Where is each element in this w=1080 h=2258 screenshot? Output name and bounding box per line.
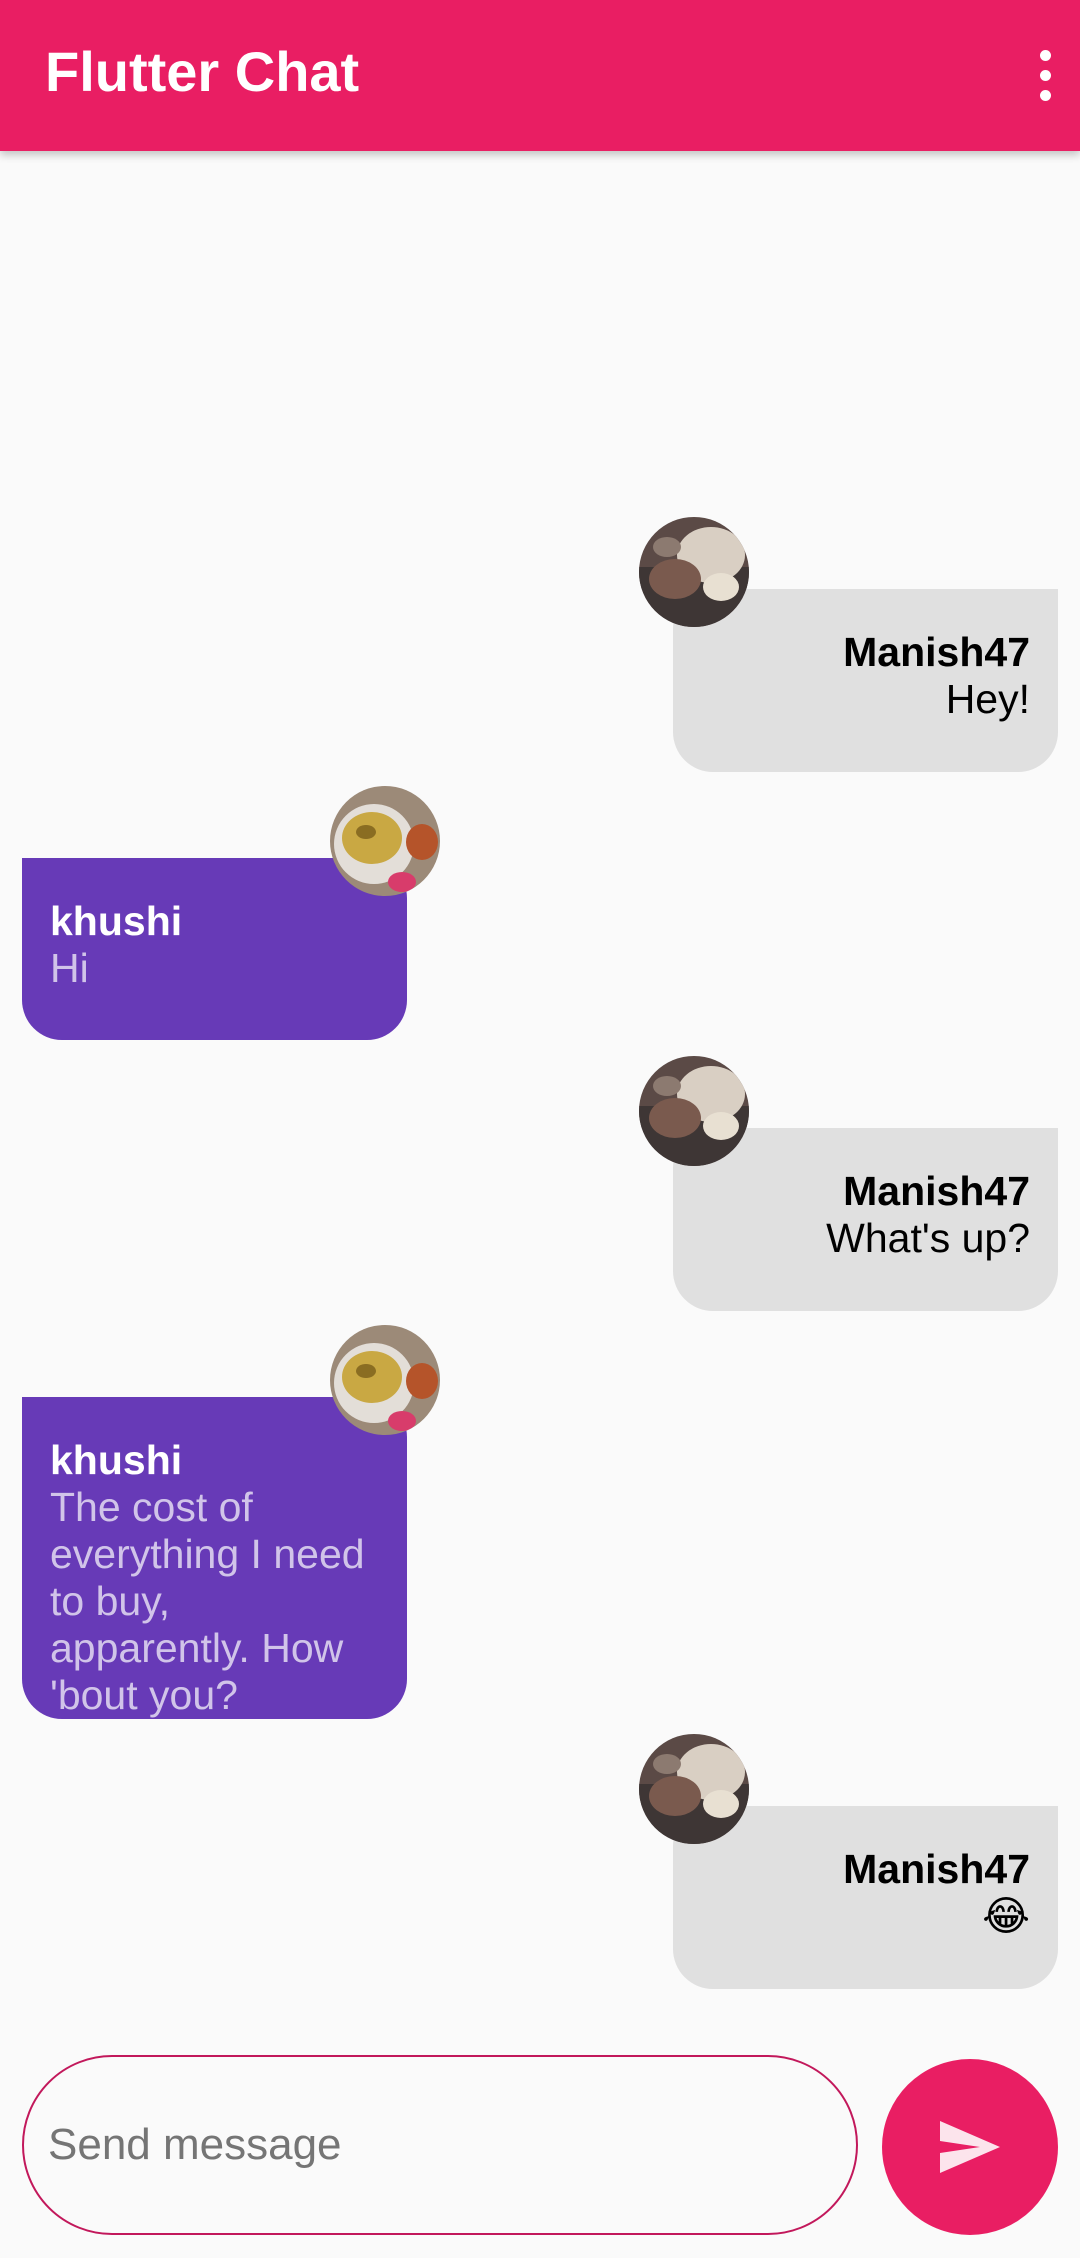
message-text: Hey! (945, 676, 1030, 722)
app-bar: Flutter Chat (0, 0, 1080, 151)
message-bubble-sent: Manish47 😂 (673, 1806, 1058, 1989)
message-composer (0, 2041, 1080, 2258)
message-text: What's up? (826, 1215, 1030, 1261)
avatar-image (639, 517, 749, 627)
message-bubble-sent: Manish47 What's up? (673, 1128, 1058, 1311)
sender-name: Manish47 (843, 1846, 1030, 1892)
sender-name: Manish47 (843, 1168, 1030, 1214)
message-text: Hi (50, 945, 89, 991)
more-options-button[interactable] (1010, 20, 1080, 130)
message-list[interactable]: Manish47 Hey! khushi Hi Manish47 What's … (0, 151, 1080, 2041)
more-vert-icon (1039, 49, 1051, 61)
more-vert-icon-dot (1039, 69, 1051, 81)
message-text: 😂 (982, 1893, 1030, 1939)
send-button[interactable] (882, 2059, 1058, 2235)
app-title: Flutter Chat (45, 40, 360, 103)
message-text: The cost of everything I need to buy, ap… (50, 1484, 365, 1718)
sender-name: Manish47 (843, 629, 1030, 675)
send-icon (940, 2121, 1000, 2173)
sender-name: khushi (50, 1437, 183, 1483)
message-bubble-received: khushi The cost of everything I need to … (22, 1397, 407, 1719)
avatar-image (330, 1325, 440, 1435)
avatar-image (639, 1734, 749, 1844)
avatar-image (330, 786, 440, 896)
message-bubble-sent: Manish47 Hey! (673, 589, 1058, 772)
avatar-image (639, 1056, 749, 1166)
message-bubble-received: khushi Hi (22, 858, 407, 1040)
sender-name: khushi (50, 898, 183, 944)
message-input[interactable] (22, 2055, 858, 2235)
more-vert-icon-dot (1039, 89, 1051, 101)
